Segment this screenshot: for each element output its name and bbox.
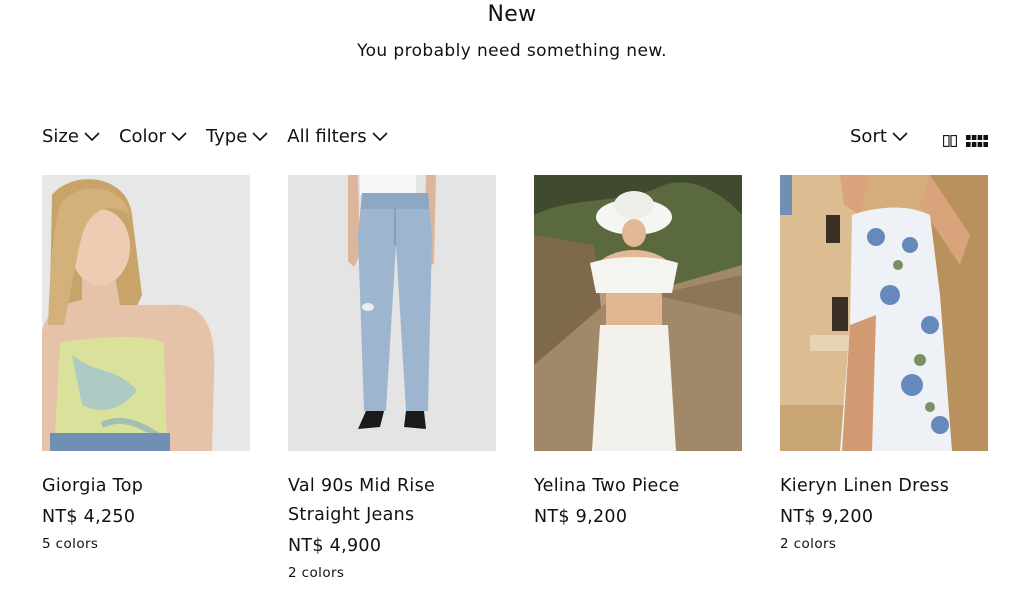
product-card[interactable]: Val 90s Mid Rise Straight Jeans NT$ 4,90… <box>288 175 496 582</box>
product-card[interactable]: Kieryn Linen Dress NT$ 9,200 2 colors <box>780 175 988 582</box>
product-card[interactable]: Yelina Two Piece NT$ 9,200 <box>534 175 742 582</box>
product-name[interactable]: Yelina Two Piece <box>534 472 742 501</box>
filter-bar: Size Color Type All filters <box>42 126 407 147</box>
chevron-down-icon <box>372 131 388 142</box>
filter-size-dropdown[interactable]: Size <box>42 126 100 147</box>
product-color-count: 2 colors <box>288 565 345 581</box>
product-image[interactable] <box>534 175 742 451</box>
filter-all-label: All filters <box>287 126 367 147</box>
product-name[interactable]: Val 90s Mid Rise Straight Jeans <box>288 472 496 530</box>
product-image[interactable] <box>780 175 988 451</box>
filter-color-label: Color <box>118 126 166 147</box>
product-color-count: 2 colors <box>780 536 837 552</box>
product-name[interactable]: Kieryn Linen Dress <box>780 472 988 501</box>
chevron-down-icon <box>171 131 187 142</box>
product-card[interactable]: Giorgia Top NT$ 4,250 5 colors <box>42 175 250 582</box>
four-column-grid-icon[interactable] <box>966 132 988 151</box>
page-title: New <box>487 2 537 27</box>
chevron-down-icon <box>84 131 100 142</box>
product-grid: Giorgia Top NT$ 4,250 5 colors Val 90s M… <box>42 175 988 582</box>
chevron-down-icon <box>252 131 268 142</box>
filter-size-label: Size <box>42 126 79 147</box>
page-subtitle: You probably need something new. <box>357 41 667 61</box>
product-price: NT$ 4,900 <box>288 536 382 556</box>
product-image[interactable] <box>42 175 250 451</box>
product-price: NT$ 4,250 <box>42 507 136 527</box>
sort-dropdown[interactable]: Sort <box>850 126 908 147</box>
filter-all-dropdown[interactable]: All filters <box>287 126 388 147</box>
two-column-grid-icon[interactable] <box>943 132 957 151</box>
product-image[interactable] <box>288 175 496 451</box>
chevron-down-icon <box>892 131 908 142</box>
sort-label: Sort <box>850 126 887 147</box>
product-price: NT$ 9,200 <box>534 507 628 527</box>
product-price: NT$ 9,200 <box>780 507 874 527</box>
filter-color-dropdown[interactable]: Color <box>119 126 187 147</box>
filter-type-label: Type <box>205 126 248 147</box>
filter-type-dropdown[interactable]: Type <box>206 126 268 147</box>
product-color-count: 5 colors <box>42 536 99 552</box>
product-name[interactable]: Giorgia Top <box>42 472 250 501</box>
